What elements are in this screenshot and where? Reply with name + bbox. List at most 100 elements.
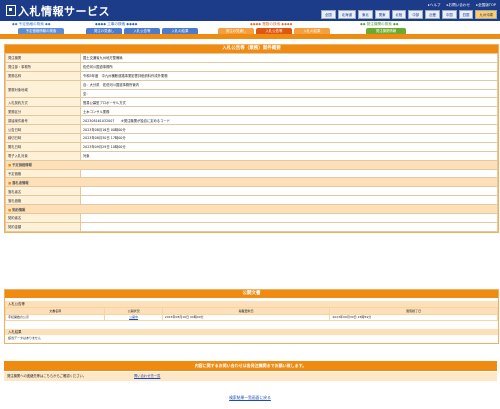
detail-row: 落札価格 xyxy=(5,195,498,206)
detail-label: 業務対象地域 xyxy=(5,79,81,99)
help-link[interactable]: ▸ヘルプ xyxy=(428,3,441,7)
sub-section-header: 予定価格情報 xyxy=(5,159,498,170)
detail-value: 2023年08月16日 00時00分 xyxy=(80,124,498,135)
detail-label: 落札者名 xyxy=(5,186,81,197)
detail-row: 落札者名 xyxy=(5,186,498,197)
sub-section-header: 落札者情報 xyxy=(5,177,498,188)
detail-row: 開札日時 2023年09月29日 10時00分 xyxy=(5,141,498,152)
detail-row: 業務対象地域 自：大分県 佐伯河川国道事務所管内 xyxy=(5,79,498,99)
detail-label: 開札日時 xyxy=(5,141,81,152)
national-top-link[interactable]: ▸全国版TOP xyxy=(476,3,496,7)
contact-link[interactable]: ▸お問い合わせ xyxy=(447,3,470,7)
back-to-results-link[interactable]: 検索結果一覧画面に戻る xyxy=(229,395,271,400)
contact-banner: 内容に関するお問い合わせは各発注機関までお願い致します。 xyxy=(4,361,497,371)
detail-row: 契約金額 xyxy=(5,221,498,232)
detail-row: 契約者名 xyxy=(5,213,498,223)
detail-label: 業務区分 xyxy=(5,106,81,117)
region-3[interactable]: 関東 xyxy=(374,10,390,19)
sub-section-header: 契約情報 xyxy=(5,204,498,215)
region-5[interactable]: 中部 xyxy=(408,10,424,19)
nav-title-1: ◆◆◆◆ 工事の検索 ◆◆◆◆ xyxy=(95,22,138,26)
documents-panel: 公開文書 入札公告等 文書名称 公開状況 掲載更新日 閲覧終了日 手続開始の公示 公開中 2… xyxy=(4,289,499,344)
detail-label: 落札価格 xyxy=(5,195,81,206)
app-logo[interactable]: 入札情報サービス xyxy=(6,3,110,19)
detail-label: 契約者名 xyxy=(5,213,81,223)
detail-label: 締切日時 xyxy=(5,133,81,143)
detail-value: 対象 xyxy=(80,150,498,161)
detail-label: 業務名称 xyxy=(5,70,81,81)
detail-value xyxy=(80,195,498,206)
contact-text: 発注機関への連絡先等はこちらからご確認ください。 xyxy=(7,374,87,378)
detail-panel: 入札公告等（業務）案件概要 発注機関 国土交通省九州地方整備局 発注部・事務所 佐伯河… xyxy=(4,44,499,233)
sub-section-title: 予定価格情報 xyxy=(5,159,498,170)
documents-title: 公開文書 xyxy=(5,290,498,298)
detail-value xyxy=(80,221,498,232)
region-2[interactable]: 東北 xyxy=(357,10,373,19)
detail-row: 電子入札対象 対象 xyxy=(5,150,498,161)
contact-list-link[interactable]: 問い合わせ先一覧 xyxy=(134,372,160,381)
detail-row: 業務区分 土木コンサル業務 xyxy=(5,106,498,117)
region-8[interactable]: 四国 xyxy=(458,10,474,19)
detail-table: 発注機関 国土交通省九州地方整備局 発注部・事務所 佐伯河川国道事務所 業務名称 令和5年… xyxy=(5,53,498,232)
detail-label: 電子入札対象 xyxy=(5,150,81,161)
detail-value: 佐伯河川国道事務所 xyxy=(80,61,498,72)
detail-label: 公告日時 xyxy=(5,124,81,135)
nav-title-2: ◆◆◆◆ 業務の検索 ◆◆◆◆ xyxy=(250,22,293,26)
detail-label: 契約金額 xyxy=(5,221,81,232)
detail-value: 自：大分県 佐伯河川国道事務所管内 xyxy=(80,79,498,90)
detail-row: 公告日時 2023年08月16日 00時00分 xyxy=(5,124,498,135)
top-links: ▸ヘルプ ▸お問い合わせ ▸全国版TOP xyxy=(423,3,496,8)
back-link-wrap: 検索結果一覧画面に戻る xyxy=(0,395,500,401)
sub-section-title: 落札者情報 xyxy=(5,177,498,188)
detail-label: 発注部・事務所 xyxy=(5,61,81,72)
region-1[interactable]: 北海道 xyxy=(337,10,356,19)
detail-row: 入札契約方式 簡易公募型プロポーザル方式 xyxy=(5,97,498,108)
doc-header-0: 文書名称 xyxy=(4,307,106,315)
detail-value xyxy=(80,186,498,197)
region-7[interactable]: 中国 xyxy=(441,10,457,19)
header-bar: 入札情報サービス ▸ヘルプ ▸お問い合わせ ▸全国版TOP 全国 北海道 東北 関東北… xyxy=(0,0,500,21)
detail-row: 締切日時 2023年08月30日 17時00分 xyxy=(5,133,498,143)
detail-row: 発注部・事務所 佐伯河川国道事務所 xyxy=(5,61,498,72)
detail-value: 国土交通省九州地方整備局 xyxy=(80,53,498,63)
detail-row: 発注機関 国土交通省九州地方整備局 xyxy=(5,53,498,63)
logo-icon xyxy=(6,5,16,16)
region-4[interactable]: 北陸 xyxy=(391,10,407,19)
detail-value: 令和5年度 中九州横断道路事業影響評価資料作成外業務 xyxy=(80,70,498,81)
detail-row: 調達案件番号 202308161032007 ※発注機関が独自に定めるコード xyxy=(5,115,498,126)
sub-section-title: 契約情報 xyxy=(5,204,498,215)
doc-updated: 2023年08月16日 00時00分 xyxy=(161,314,331,321)
detail-title: 入札公告等（業務）案件概要 xyxy=(5,45,498,53)
doc-ends: 2023年09月30日 23時59分 xyxy=(329,314,498,321)
detail-value: 2023年09月29日 10時00分 xyxy=(80,141,498,152)
detail-label: 入札契約方式 xyxy=(5,97,81,108)
detail-value xyxy=(80,168,498,179)
doc-header-2: 掲載更新日 xyxy=(161,307,331,315)
detail-label: 調達案件番号 xyxy=(5,115,81,126)
doc-name: 手続開始の公示 xyxy=(4,314,106,321)
app-title: 入札情報サービス xyxy=(18,5,110,18)
nav-title-0: ◆◆ 予定価格の検索 ◆◆ xyxy=(12,22,51,26)
region-0[interactable]: 全国 xyxy=(321,10,336,19)
region-9[interactable]: 九州沖縄 xyxy=(475,10,497,19)
detail-value: 202308161032007 ※発注機関が独自に定めるコード xyxy=(80,115,498,126)
nav-title-3: ◆◆ 発注機関の検索 ◆◆ xyxy=(360,22,399,26)
detail-value: 土木コンサル業務 xyxy=(80,106,498,117)
detail-label: 予定価格 xyxy=(5,168,81,179)
doc-header-1: 公開状況 xyxy=(104,307,163,315)
region-selector: 全国 北海道 東北 関東 北陸 中部 近畿 中国 四国 九州沖縄 xyxy=(321,10,497,19)
documents-table: 文書名称 公開状況 掲載更新日 閲覧終了日手続開始の公示 公開中 2023年08月16日 … xyxy=(4,307,498,321)
detail-row: 予定価格 xyxy=(5,168,498,179)
detail-value: 至： xyxy=(80,88,498,99)
doc-header-3: 閲覧終了日 xyxy=(329,307,498,315)
detail-value: 簡易公募型プロポーザル方式 xyxy=(80,97,498,108)
detail-row: 業務名称 令和5年度 中九州横断道路事業影響評価資料作成外業務 xyxy=(5,70,498,81)
empty-text: 該当データはありません xyxy=(8,335,41,340)
nav-divider xyxy=(0,34,500,39)
contact-row: 発注機関への連絡先等はこちらからご確認ください。 問い合わせ先一覧 xyxy=(4,372,497,381)
detail-value xyxy=(80,213,498,223)
doc-status-link[interactable]: 公開中 xyxy=(104,314,163,321)
region-6[interactable]: 近畿 xyxy=(425,10,440,19)
detail-value: 2023年08月30日 17時00分 xyxy=(80,133,498,143)
detail-label: 発注機関 xyxy=(5,53,81,63)
